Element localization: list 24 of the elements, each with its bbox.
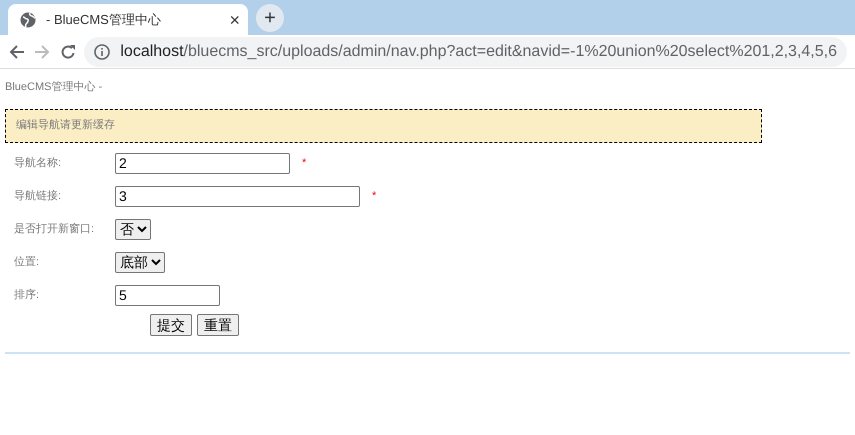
required-mark: * bbox=[372, 188, 376, 204]
reset-button[interactable]: 重置 bbox=[197, 314, 239, 336]
close-tab-button[interactable]: × bbox=[229, 10, 240, 28]
input-field[interactable]: 2 bbox=[115, 152, 290, 174]
field-label: 是否打开新窗口: bbox=[13, 222, 96, 237]
new-tab-button[interactable]: + bbox=[256, 4, 284, 32]
select-field[interactable]: 否 bbox=[115, 218, 151, 240]
field-label: 位置: bbox=[13, 254, 40, 270]
browser-tab[interactable]: - BlueCMS管理中心 × bbox=[8, 4, 248, 35]
field-label: 导航名称: bbox=[13, 156, 62, 171]
field-label: 导航链接: bbox=[13, 188, 62, 204]
select-field[interactable]: 底部 bbox=[115, 252, 165, 272]
page-heading: BlueCMS管理中心 - bbox=[5, 80, 104, 95]
info-icon bbox=[94, 44, 110, 60]
required-mark: * bbox=[302, 156, 306, 171]
submit-button[interactable]: 提交 bbox=[150, 314, 192, 336]
input-field[interactable]: 5 bbox=[115, 284, 220, 306]
address-bar[interactable]: localhost/bluecms_src/uploads/admin/nav.php?act=edit&navid=-1%20union%20select%201,2,3,4,5,6 bbox=[84, 36, 847, 66]
globe-icon bbox=[20, 12, 36, 28]
field-label: 排序: bbox=[13, 288, 40, 303]
notice-text: 编辑导航请更新缓存 bbox=[16, 118, 115, 134]
tab-title: - BlueCMS管理中心 bbox=[46, 10, 162, 29]
url-text: localhost/bluecms_src/uploads/admin/nav.php?act=edit&navid=-1%20union%20select%201,2,3,4,5,6 bbox=[120, 42, 837, 62]
input-field[interactable]: 3 bbox=[115, 186, 360, 206]
